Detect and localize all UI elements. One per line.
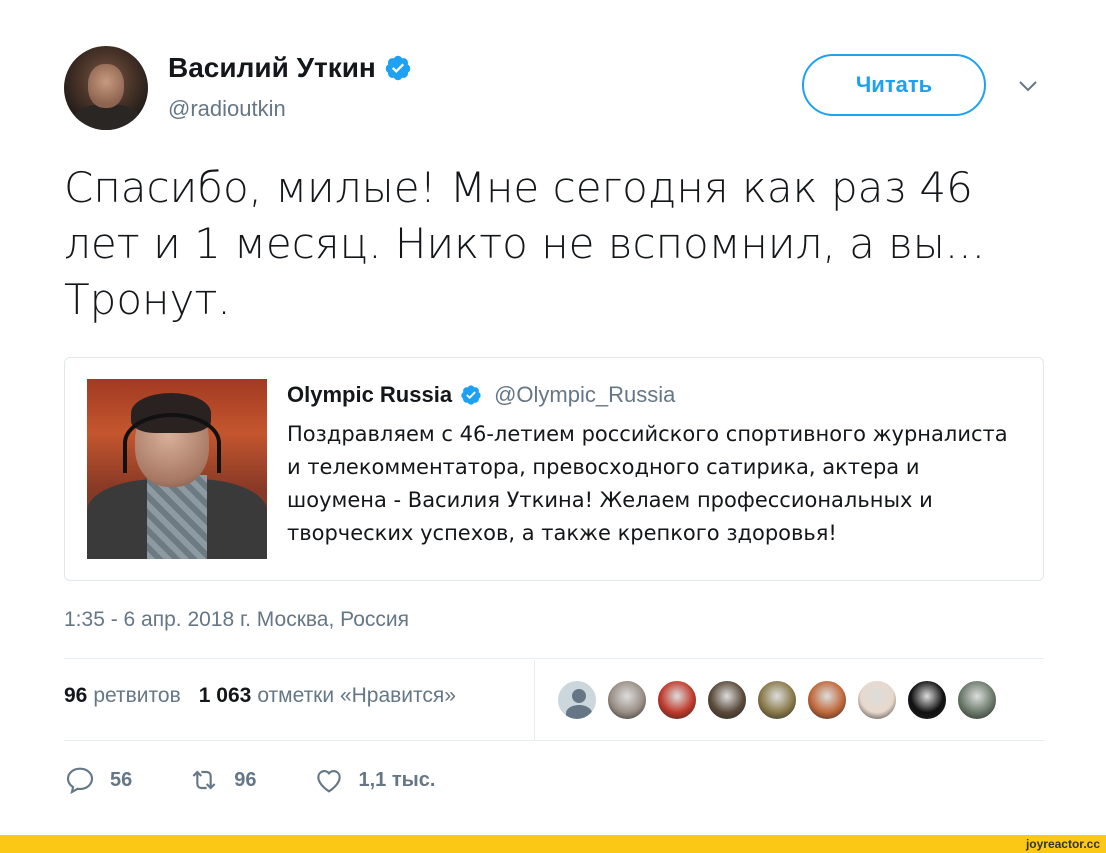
divider [64, 658, 1044, 659]
reply-count: 56 [110, 768, 133, 791]
default-avatar-body [566, 705, 592, 719]
retweet-count: 96 [234, 768, 257, 791]
liker-avatar[interactable] [756, 679, 798, 721]
image-scarf [147, 475, 207, 559]
quoted-text-line: творческих успехов, а также крепкого здо… [287, 521, 837, 545]
verified-badge-icon [461, 385, 481, 405]
follow-button[interactable]: Читать [802, 54, 986, 116]
tweet-meta: 1:35 - 6 апр. 2018 г. Москва, Россия [64, 608, 409, 632]
reply-icon [66, 767, 94, 795]
liker-avatar[interactable] [856, 679, 898, 721]
quoted-tweet-image[interactable] [87, 379, 267, 559]
likes-label: отметки «Нравится» [257, 684, 456, 707]
avatar-face [88, 64, 124, 108]
retweet-action[interactable]: 96 [188, 764, 257, 796]
liker-avatar[interactable] [606, 679, 648, 721]
liker-avatar[interactable] [556, 679, 598, 721]
divider [64, 740, 1044, 741]
watermark-bar [0, 835, 1106, 853]
quoted-tweet-text: Поздравляем с 46-летием российского спор… [287, 418, 1027, 550]
retweets-count: 96 [64, 684, 88, 707]
tweet-location[interactable]: Москва, Россия [257, 608, 409, 631]
liker-avatar[interactable] [706, 679, 748, 721]
quoted-text-line: шоумена - Василия Уткина! Желаем професс… [287, 488, 933, 512]
quoted-text-line: Поздравляем с 46-летием российского спор… [287, 422, 1008, 446]
liker-avatar[interactable] [906, 679, 948, 721]
author-avatar[interactable] [64, 46, 148, 130]
tweet-actions: 56 96 1,1 тыс. [64, 764, 491, 796]
retweets-label: ретвитов [93, 684, 181, 707]
quoted-author-handle[interactable]: @Olympic_Russia [494, 382, 675, 408]
liker-avatar[interactable] [656, 679, 698, 721]
reply-action[interactable]: 56 [64, 764, 132, 796]
tweet-header: Василий Уткин @radioutkin Читать [64, 46, 1044, 134]
verified-badge-icon [385, 55, 411, 81]
likes-stat[interactable]: 1 063 отметки «Нравится» [199, 684, 456, 708]
tweet-text: Спасибо, милые! Мне сегодня как раз 46 л… [64, 160, 1024, 328]
author-name-row: Василий Уткин [168, 52, 412, 84]
chevron-down-icon[interactable] [1016, 74, 1040, 98]
likes-count: 1 063 [198, 684, 252, 707]
tweet-stats: 96 ретвитов 1 063 отметки «Нравится» [64, 684, 456, 708]
retweet-icon [192, 770, 216, 790]
like-action[interactable]: 1,1 тыс. [313, 764, 436, 796]
default-avatar-head [572, 689, 586, 703]
tweet-text-line: Тронут. [64, 275, 231, 324]
likers-avatars [556, 679, 998, 721]
liker-avatar[interactable] [806, 679, 848, 721]
image-headset [123, 413, 221, 473]
quoted-tweet-header: Olympic Russia @Olympic_Russia [287, 382, 675, 408]
tweet-text-line: Спасибо, милые! Мне сегодня как раз 46 [64, 163, 973, 212]
author-handle[interactable]: @radioutkin [168, 96, 286, 122]
like-count: 1,1 тыс. [358, 768, 436, 791]
stats-separator [534, 660, 535, 740]
retweets-stat[interactable]: 96 ретвитов [64, 684, 181, 708]
tweet-timestamp[interactable]: 1:35 - 6 апр. 2018 г. [64, 608, 251, 631]
heart-icon [316, 770, 341, 793]
tweet-text-line: лет и 1 месяц. Никто не вспомнил, а вы..… [64, 219, 985, 268]
quoted-author-name[interactable]: Olympic Russia [287, 382, 452, 408]
watermark-text: joyreactor.cc [1025, 837, 1100, 851]
author-name[interactable]: Василий Уткин [168, 52, 376, 84]
quoted-text-line: и телекомментатора, превосходного сатири… [287, 455, 920, 479]
quoted-tweet-card[interactable]: Olympic Russia @Olympic_Russia Поздравля… [64, 357, 1044, 581]
liker-avatar[interactable] [956, 679, 998, 721]
